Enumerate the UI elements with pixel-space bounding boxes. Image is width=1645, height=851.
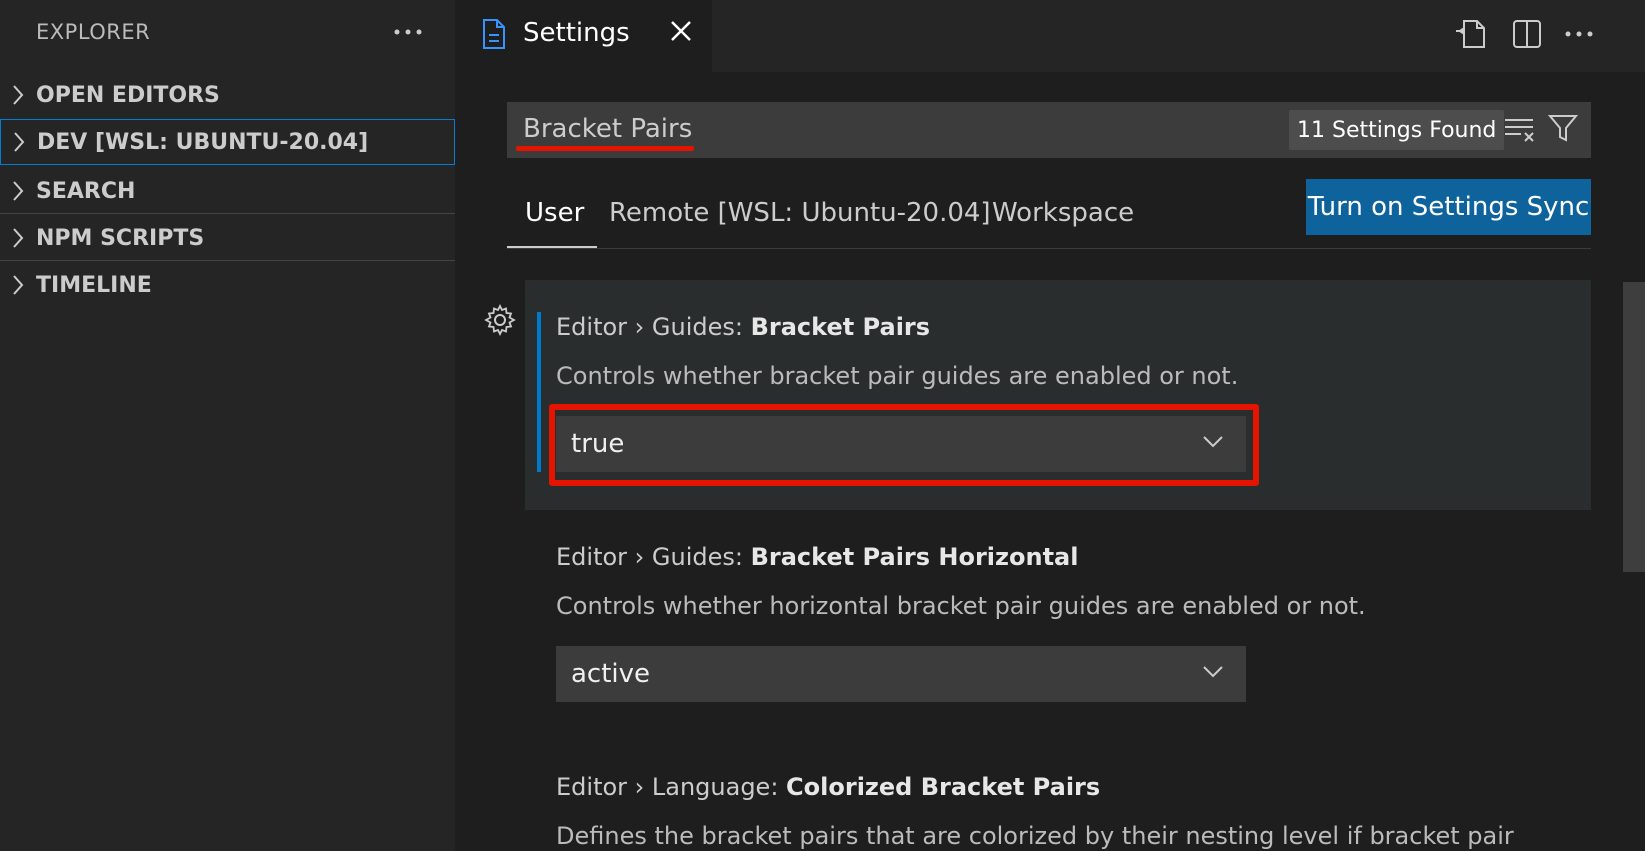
annotation-underline [516, 146, 694, 151]
tabs-divider [507, 248, 1591, 249]
settings-sync-button[interactable]: Turn on Settings Sync [1306, 179, 1591, 235]
tab-workspace[interactable]: Workspace [992, 198, 1134, 228]
section-npm-scripts[interactable]: NPM SCRIPTS [0, 215, 455, 261]
setting-title: Editor › Guides: Bracket Pairs Horizonta… [556, 543, 1078, 571]
bracket-pairs-horizontal-select[interactable]: active [556, 646, 1246, 702]
settings-search-input[interactable]: Bracket Pairs 11 Settings Found [507, 102, 1591, 158]
chevron-right-icon [0, 84, 36, 106]
setting-category: Editor › Language: [556, 773, 787, 801]
section-timeline[interactable]: TIMELINE [0, 262, 455, 308]
more-actions-icon[interactable] [1559, 14, 1599, 54]
explorer-title: EXPLORER [36, 20, 151, 44]
filter-icon[interactable] [1547, 112, 1579, 148]
tab-remote[interactable]: Remote [WSL: Ubuntu-20.04] [609, 198, 991, 228]
setting-description: Defines the bracket pairs that are color… [556, 822, 1514, 850]
explorer-sidebar: EXPLORER OPEN EDITORS DEV [WSL: UBUNTU-2… [0, 0, 455, 851]
editor-tab-bar: Settings [455, 0, 1645, 72]
section-label: NPM SCRIPTS [36, 225, 205, 251]
section-divider [0, 213, 455, 214]
gear-icon[interactable] [484, 303, 516, 340]
focus-indicator [537, 312, 541, 472]
tab-user[interactable]: User [525, 198, 584, 228]
results-count-badge: 11 Settings Found [1289, 110, 1505, 150]
setting-category: Editor › Guides: [556, 313, 751, 341]
clear-filter-icon[interactable] [1503, 114, 1537, 148]
section-label: DEV [WSL: UBUNTU-20.04] [37, 129, 369, 155]
section-label: OPEN EDITORS [36, 82, 220, 108]
section-label: SEARCH [36, 178, 136, 204]
setting-title: Editor › Guides: Bracket Pairs [556, 313, 930, 341]
chevron-right-icon [0, 274, 36, 296]
chevron-down-icon [1202, 664, 1224, 683]
section-open-editors[interactable]: OPEN EDITORS [0, 72, 455, 118]
chevron-right-icon [1, 131, 37, 153]
split-editor-icon[interactable] [1507, 14, 1547, 54]
section-dev-workspace[interactable]: DEV [WSL: UBUNTU-20.04] [0, 119, 455, 165]
setting-name: Bracket Pairs [750, 313, 931, 341]
close-icon[interactable] [668, 18, 694, 48]
chevron-right-icon [0, 180, 36, 202]
chevron-right-icon [0, 227, 36, 249]
tab-settings[interactable]: Settings [455, 0, 712, 72]
scrollbar[interactable] [1623, 282, 1645, 572]
section-divider [0, 260, 455, 261]
more-actions-icon[interactable] [388, 12, 428, 52]
setting-category: Editor › Guides: [556, 543, 751, 571]
tab-label: Settings [523, 18, 630, 48]
setting-name: Bracket Pairs Horizontal [750, 543, 1079, 571]
annotation-highlight-box [549, 404, 1259, 486]
open-settings-json-icon[interactable] [1451, 14, 1491, 54]
setting-name: Colorized Bracket Pairs [786, 773, 1101, 801]
search-query: Bracket Pairs [523, 114, 693, 144]
select-value: active [571, 659, 651, 689]
file-icon [481, 18, 507, 54]
setting-title: Editor › Language: Colorized Bracket Pai… [556, 773, 1100, 801]
setting-description: Controls whether bracket pair guides are… [556, 362, 1239, 390]
section-search[interactable]: SEARCH [0, 168, 455, 214]
setting-description: Controls whether horizontal bracket pair… [556, 592, 1366, 620]
section-label: TIMELINE [36, 272, 152, 298]
